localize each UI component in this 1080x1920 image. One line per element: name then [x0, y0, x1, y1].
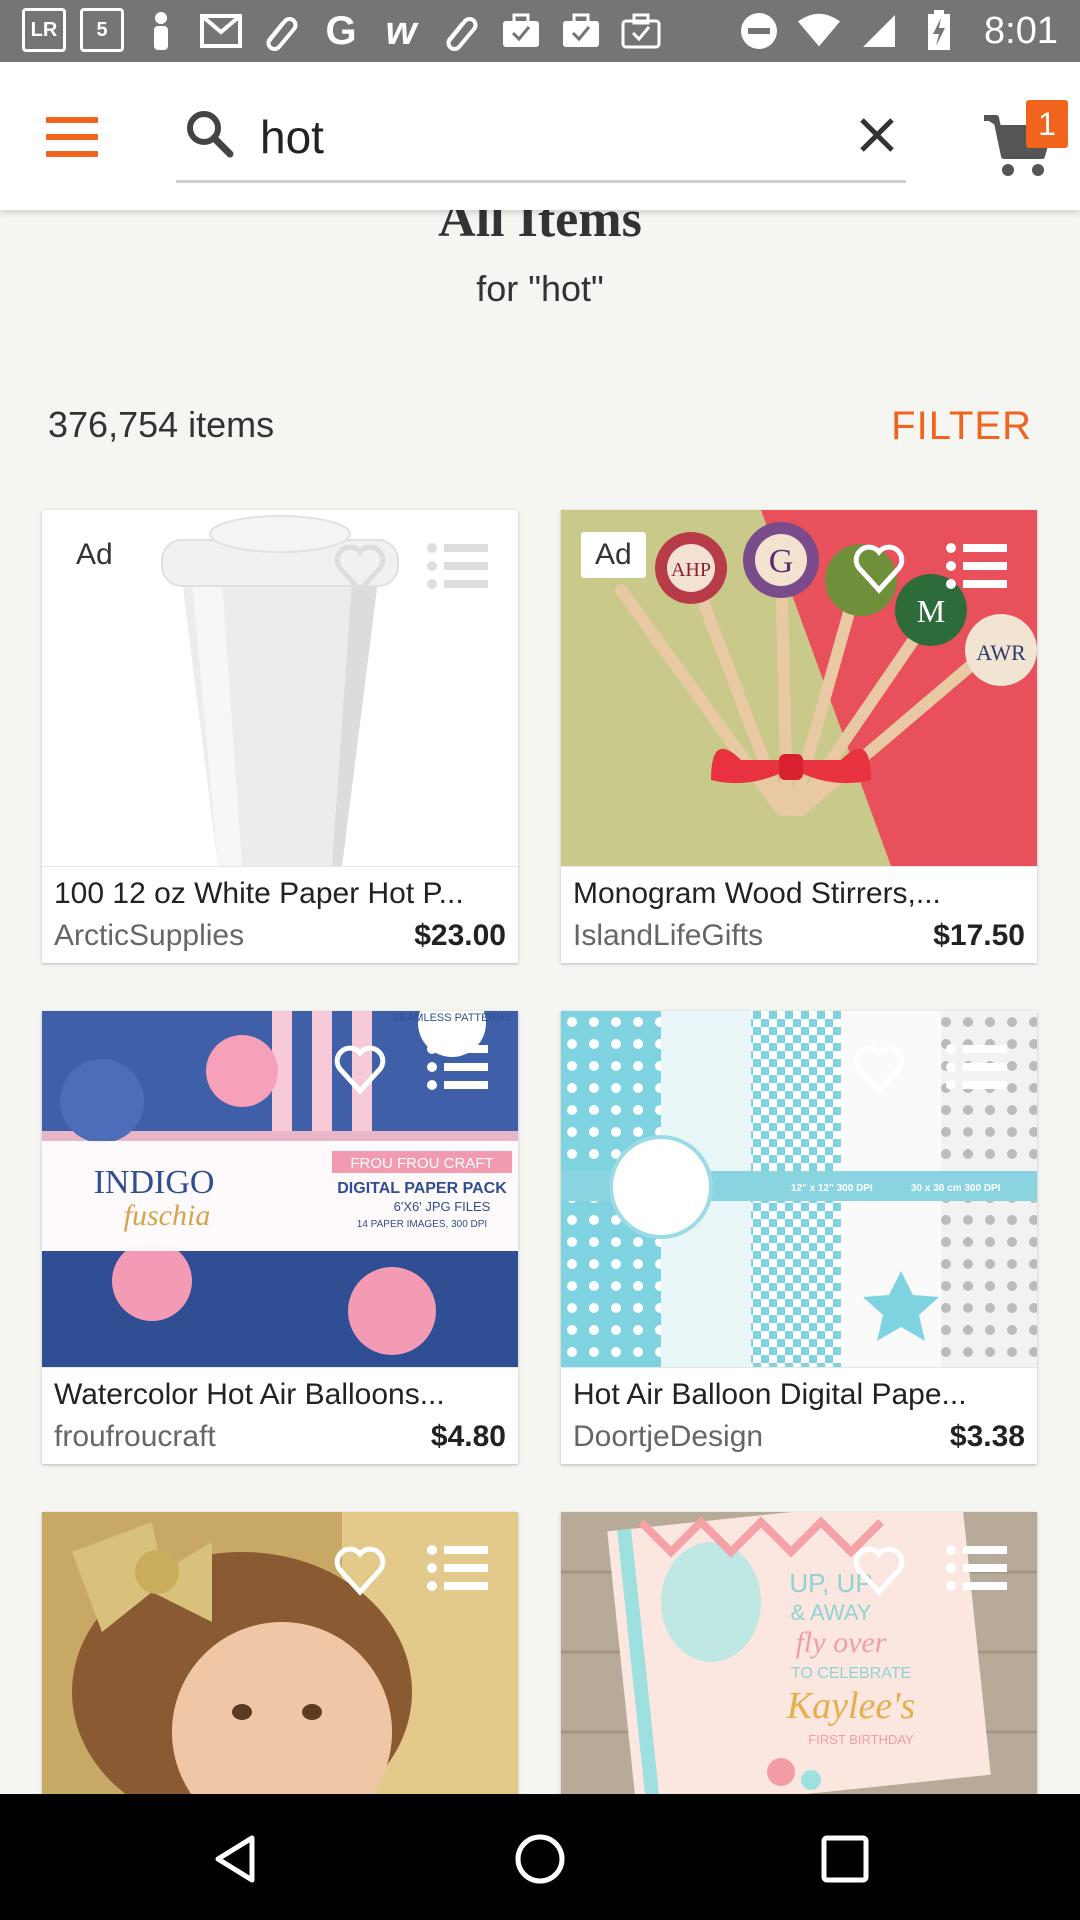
- svg-text:FROU FROU CRAFT: FROU FROU CRAFT: [350, 1155, 493, 1172]
- google-icon: G: [325, 8, 357, 53]
- search-input[interactable]: [258, 108, 782, 166]
- link-icon: [258, 8, 304, 54]
- ad-badge: Ad: [62, 532, 127, 578]
- svg-text:& AWAY: & AWAY: [790, 1600, 871, 1625]
- search-icon: [187, 111, 234, 158]
- product-card[interactable]: 12" x 12" 300 DPI 30 x 30 cm 300 DPI Hot…: [561, 1011, 1037, 1464]
- result-count: 376,754 items: [48, 404, 275, 445]
- favorite-heart-icon[interactable]: [332, 1041, 388, 1097]
- page-subtitle: for "hot": [476, 268, 604, 309]
- svg-text:12" x 12" 300 DPI: 12" x 12" 300 DPI: [791, 1183, 873, 1194]
- svg-text:Kaylee's: Kaylee's: [786, 1685, 915, 1727]
- svg-text:30 x 30 cm 300 DPI: 30 x 30 cm 300 DPI: [911, 1183, 1001, 1194]
- svg-text:FIRST BIRTHDAY: FIRST BIRTHDAY: [808, 1732, 914, 1747]
- shop-name: DoortjeDesign: [573, 1420, 764, 1453]
- cell-signal-icon: [856, 8, 902, 54]
- product-image: AHP G M AWR Ad: [561, 510, 1037, 866]
- product-card[interactable]: UP, UP & AWAY fly over TO CELEBRATE Kayl…: [561, 1512, 1037, 1794]
- app-bar: 1: [0, 62, 1080, 210]
- product-price: $23.00: [414, 919, 506, 952]
- product-title: Watercolor Hot Air Balloons...: [54, 1378, 445, 1411]
- shop-name: froufroucraft: [54, 1420, 216, 1453]
- product-card[interactable]: [42, 1512, 518, 1794]
- product-image: UP, UP & AWAY fly over TO CELEBRATE Kayl…: [561, 1512, 1037, 1794]
- add-to-list-icon[interactable]: [945, 540, 1007, 592]
- add-to-list-icon[interactable]: [426, 540, 488, 592]
- favorite-heart-icon[interactable]: [851, 540, 907, 596]
- favorite-heart-icon[interactable]: [332, 1542, 388, 1598]
- product-price: $17.50: [933, 919, 1025, 952]
- svg-text:SEAMLESS PATTERNS: SEAMLESS PATTERNS: [392, 1012, 511, 1024]
- person-icon: [138, 8, 184, 54]
- add-to-list-icon[interactable]: [945, 1041, 1007, 1093]
- svg-text:AWR: AWR: [976, 640, 1026, 665]
- product-image: INDIGO fuschia FROU FROU CRAFT DIGITAL P…: [42, 1011, 518, 1367]
- product-image: 12" x 12" 300 DPI 30 x 30 cm 300 DPI: [561, 1011, 1037, 1367]
- search-bar: [176, 100, 906, 183]
- clock: 8:01: [984, 9, 1058, 52]
- notification-icons: LR 5 G w: [22, 8, 664, 54]
- wifi-icon: [796, 8, 842, 54]
- favorite-heart-icon[interactable]: [332, 540, 388, 596]
- ad-badge: Ad: [581, 532, 646, 578]
- favorite-heart-icon[interactable]: [851, 1041, 907, 1097]
- gmail-icon: [198, 8, 244, 54]
- briefcase-icon: [498, 8, 544, 54]
- cart-count-badge: 1: [1026, 100, 1068, 148]
- product-info: Hot Air Balloon Digital Pape... DoortjeD…: [561, 1367, 1037, 1464]
- svg-text:AHP: AHP: [671, 559, 711, 581]
- product-title: 100 12 oz White Paper Hot P...: [54, 877, 464, 910]
- product-title: Monogram Wood Stirrers,...: [573, 877, 941, 910]
- product-info: Monogram Wood Stirrers,... IslandLifeGif…: [561, 866, 1037, 963]
- shop-name: IslandLifeGifts: [573, 919, 764, 952]
- battery-charging-icon: [916, 8, 962, 54]
- product-card[interactable]: INDIGO fuschia FROU FROU CRAFT DIGITAL P…: [42, 1011, 518, 1464]
- do-not-disturb-icon: [736, 8, 782, 54]
- w-icon: w: [385, 8, 417, 53]
- favorite-heart-icon[interactable]: [851, 1542, 907, 1598]
- svg-text:TO CELEBRATE: TO CELEBRATE: [791, 1665, 911, 1682]
- product-title: Hot Air Balloon Digital Pape...: [573, 1378, 967, 1411]
- svg-text:INDIGO: INDIGO: [94, 1164, 215, 1201]
- add-to-list-icon[interactable]: [945, 1542, 1007, 1594]
- svg-text:M: M: [917, 593, 945, 629]
- back-icon[interactable]: [208, 1832, 262, 1886]
- briefcase-icon: [558, 8, 604, 54]
- filter-button[interactable]: FILTER: [891, 404, 1032, 449]
- add-to-list-icon[interactable]: [426, 1542, 488, 1594]
- product-info: 100 12 oz White Paper Hot P... ArcticSup…: [42, 866, 518, 963]
- svg-text:G: G: [769, 543, 794, 580]
- briefcase-icon: [618, 8, 664, 54]
- product-info: Watercolor Hot Air Balloons... froufrouc…: [42, 1367, 518, 1464]
- product-price: $4.80: [430, 1420, 506, 1453]
- lr-icon: LR: [22, 8, 66, 52]
- hamburger-menu-icon[interactable]: [46, 117, 98, 157]
- cart-button[interactable]: 1: [982, 100, 1068, 192]
- product-price: $3.38: [949, 1420, 1025, 1453]
- svg-text:fly over: fly over: [796, 1626, 887, 1659]
- svg-text:fuschia: fuschia: [124, 1199, 211, 1232]
- status-bar: LR 5 G w 8:01: [0, 0, 1080, 62]
- svg-text:DIGITAL PAPER PACK: DIGITAL PAPER PACK: [337, 1180, 507, 1197]
- svg-text:14 PAPER IMAGES, 300 DPI: 14 PAPER IMAGES, 300 DPI: [357, 1219, 487, 1230]
- close-icon[interactable]: [852, 110, 902, 160]
- product-image: [42, 1512, 518, 1794]
- shop-name: ArcticSupplies: [54, 919, 245, 952]
- add-to-list-icon[interactable]: [426, 1041, 488, 1093]
- 5-icon: 5: [80, 8, 124, 52]
- product-card[interactable]: Ad 100 12 oz White Paper Hot P... Arctic…: [42, 510, 518, 963]
- system-icons: 8:01: [736, 8, 1058, 54]
- recents-icon[interactable]: [818, 1832, 872, 1886]
- system-nav-bar: [0, 1794, 1080, 1920]
- product-image: Ad: [42, 510, 518, 866]
- svg-text:6'X6' JPG FILES: 6'X6' JPG FILES: [394, 1199, 491, 1214]
- product-card[interactable]: AHP G M AWR Ad Monogram Wood Stirrers,..…: [561, 510, 1037, 963]
- link-icon: [438, 8, 484, 54]
- home-icon[interactable]: [513, 1832, 567, 1886]
